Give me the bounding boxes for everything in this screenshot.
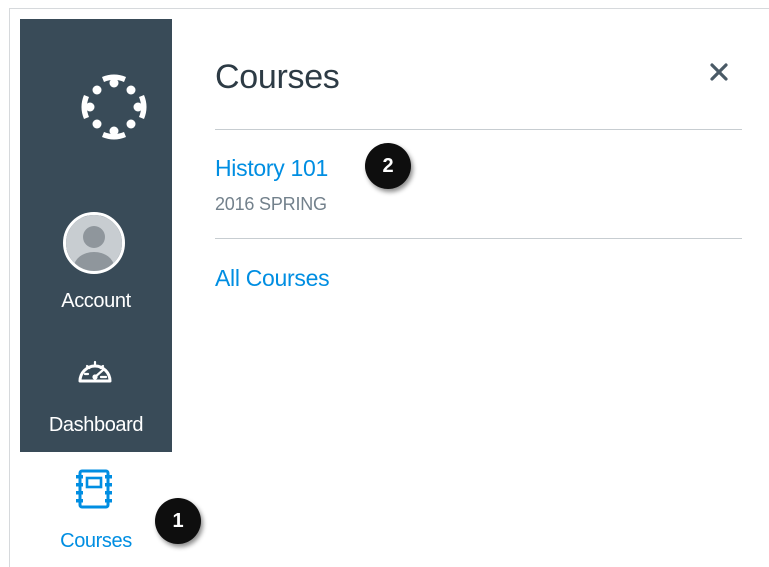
divider	[215, 238, 742, 239]
nav-item-account[interactable]: Account	[20, 189, 172, 319]
notebook-icon	[76, 469, 112, 509]
all-courses-link[interactable]: All Courses	[215, 265, 330, 292]
close-icon[interactable]	[707, 60, 731, 84]
nav-label-courses: Courses	[60, 530, 132, 552]
nav-label-dashboard: Dashboard	[48, 414, 144, 436]
canvas-logo-icon[interactable]	[80, 73, 148, 141]
nav-item-dashboard[interactable]: Dashboard	[20, 339, 172, 449]
tray-title: Courses	[215, 58, 340, 96]
nav-item-courses[interactable]: Courses	[20, 452, 172, 565]
avatar-icon	[63, 212, 125, 274]
step-marker-1: 1	[155, 498, 201, 544]
global-navigation: Account Dashboard Courses	[20, 19, 172, 565]
divider	[215, 129, 742, 130]
course-link-history-101[interactable]: History 101	[215, 155, 328, 182]
step-marker-2: 2	[365, 143, 411, 189]
nav-label-account: Account	[61, 290, 131, 312]
speedometer-icon	[78, 360, 112, 383]
course-term: 2016 SPRING	[215, 194, 327, 214]
